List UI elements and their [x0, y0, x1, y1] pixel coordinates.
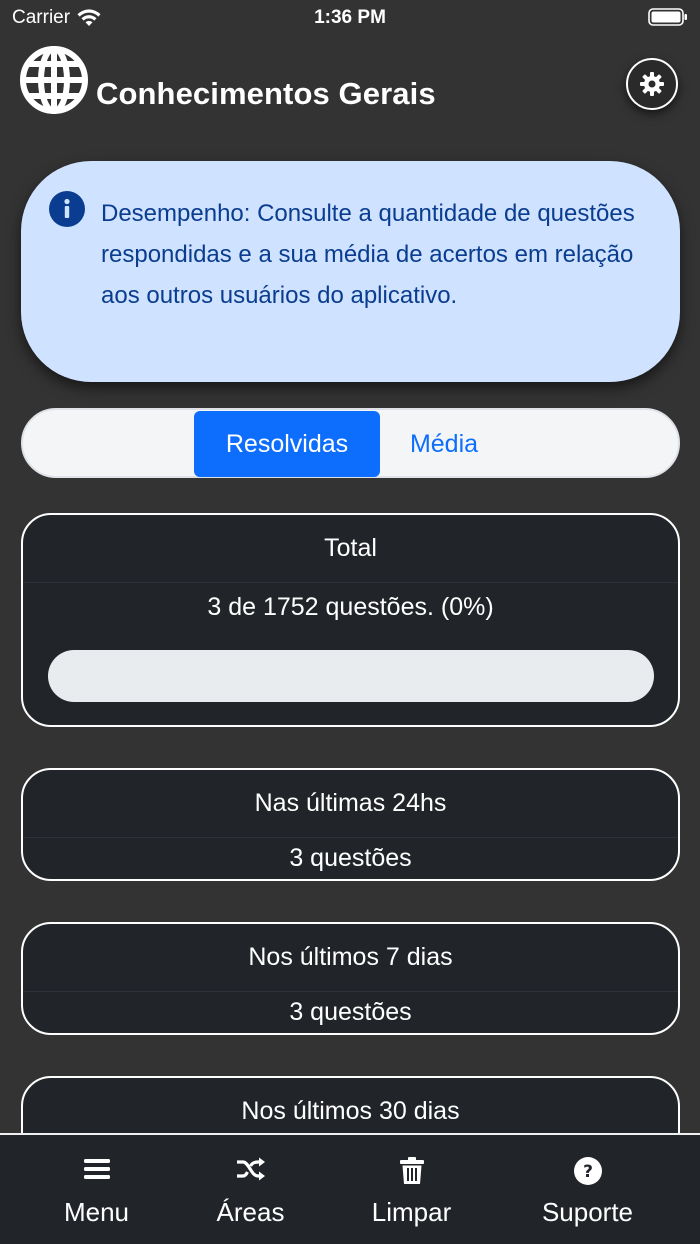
card-value: 3 questões [289, 844, 412, 872]
tab-limpar[interactable]: Limpar [324, 1135, 499, 1244]
battery-icon [648, 8, 687, 26]
svg-text:?: ? [583, 1162, 593, 1182]
page-title: Conhecimentos Gerais [96, 76, 436, 111]
view-segment: Resolvidas Média [21, 408, 680, 478]
card-title: Nas últimas 24hs [23, 770, 678, 838]
card-value: 3 questões [289, 998, 412, 1026]
app-header: Conhecimentos Gerais [20, 46, 680, 118]
tab-label: Áreas [216, 1197, 285, 1227]
tab-areas[interactable]: Áreas [163, 1135, 338, 1244]
card-title: Total [23, 515, 678, 583]
bottom-tab-bar: Menu Áreas Limpar ? Suporte [0, 1133, 700, 1244]
globe-icon [20, 46, 88, 114]
tab-label: Menu [63, 1197, 130, 1227]
shuffle-icon [236, 1157, 265, 1181]
card-7-days: Nos últimos 7 dias 3 questões [21, 922, 680, 1035]
app-screen: Carrier 1:36 PM Conhecimentos Gerais Des… [0, 0, 700, 1244]
menu-icon [83, 1159, 110, 1179]
tab-label: Suporte [541, 1197, 634, 1227]
segment-media[interactable]: Média [380, 411, 508, 477]
card-total: Total 3 de 1752 questões. (0%) [21, 513, 680, 727]
help-icon: ? [573, 1157, 602, 1185]
gear-icon [640, 72, 664, 96]
status-time: 1:36 PM [314, 7, 386, 28]
tab-suporte[interactable]: ? Suporte [500, 1135, 675, 1244]
card-24h: Nas últimas 24hs 3 questões [21, 768, 680, 881]
tab-menu[interactable]: Menu [9, 1135, 184, 1244]
info-icon [49, 191, 85, 227]
info-alert: Desempenho: Consulte a quantidade de que… [21, 161, 680, 382]
info-text: Desempenho: Consulte a quantidade de que… [101, 200, 635, 309]
card-value: 3 de 1752 questões. (0%) [207, 593, 494, 621]
trash-icon [399, 1157, 424, 1184]
tab-label: Limpar [371, 1197, 452, 1227]
segment-resolvidas[interactable]: Resolvidas [194, 411, 380, 477]
settings-button[interactable] [626, 58, 678, 110]
status-bar: Carrier 1:36 PM [0, 0, 700, 36]
card-title: Nos últimos 7 dias [23, 924, 678, 992]
progress-bar [48, 650, 654, 702]
